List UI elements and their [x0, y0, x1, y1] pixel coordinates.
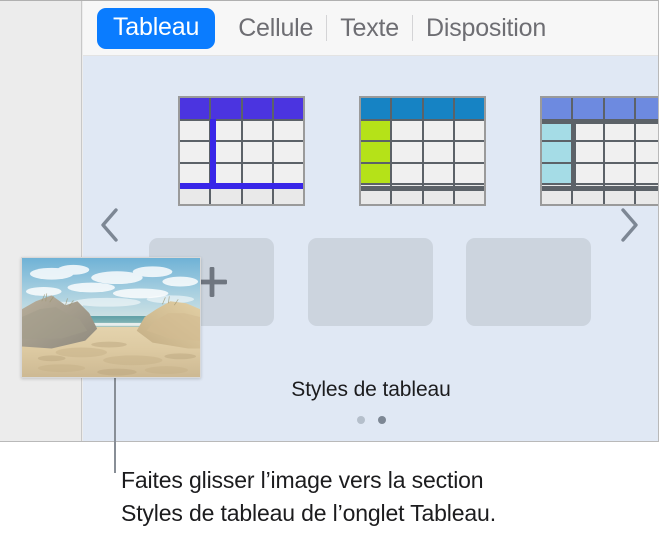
panel-title: Styles de tableau	[291, 378, 451, 401]
page-dot-1[interactable]	[356, 416, 365, 424]
callout-leader-line	[114, 378, 116, 473]
tab-cellule[interactable]: Cellule	[225, 14, 326, 43]
table-styles-panel: Styles de tableau	[83, 56, 658, 441]
chevron-left-icon[interactable]	[95, 202, 125, 248]
tab-disposition[interactable]: Disposition	[413, 14, 559, 43]
table-style-thumbnail-1[interactable]	[178, 96, 305, 206]
screenshot-root: Tableau Cellule Texte Disposition Styles…	[0, 0, 659, 545]
inspector-tab-bar: Tableau Cellule Texte Disposition	[83, 1, 658, 56]
custom-style-slot-3[interactable]	[466, 238, 591, 326]
page-dot-2[interactable]	[377, 416, 386, 424]
tab-texte[interactable]: Texte	[327, 14, 412, 43]
instruction-caption: Faites glisser l’image vers la section S…	[121, 464, 651, 530]
caption-line-1: Faites glisser l’image vers la section	[121, 467, 484, 493]
table-style-thumbnail-2[interactable]	[359, 96, 486, 206]
custom-style-slot-2[interactable]	[308, 238, 433, 326]
chevron-right-icon[interactable]	[614, 202, 644, 248]
caption-line-2: Styles de tableau de l’onglet Tableau.	[121, 500, 496, 526]
dragged-image-thumbnail[interactable]	[21, 257, 201, 378]
page-dots	[83, 416, 658, 424]
table-style-thumbnail-3[interactable]	[540, 96, 658, 206]
tab-tableau[interactable]: Tableau	[97, 7, 216, 49]
